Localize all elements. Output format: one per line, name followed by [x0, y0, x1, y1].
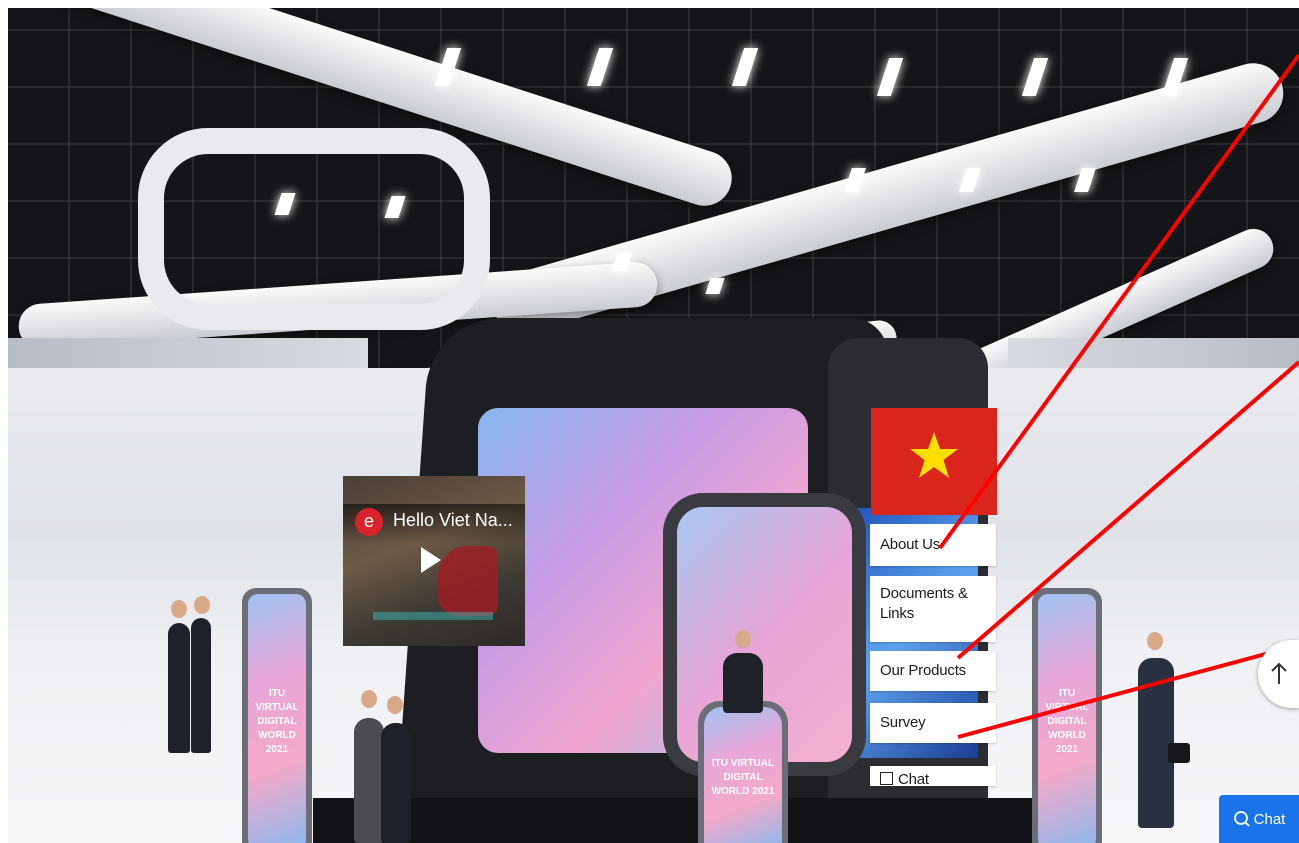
vietnam-flag — [871, 408, 997, 515]
banner-text: ITU VIRTUAL DIGITAL WORLD 2021 — [711, 758, 775, 797]
visitor-figure — [191, 618, 211, 753]
video-thumbnail[interactable]: e Hello Viet Na... — [343, 476, 525, 646]
checkbox-icon — [880, 772, 893, 785]
booth-floor — [313, 798, 1033, 843]
left-banner: ITU VIRTUAL DIGITAL WORLD 2021 — [242, 588, 312, 843]
visitor-head — [171, 600, 187, 618]
virtual-booth-scene: ITU VIRTUAL DIGITAL WORLD 2021 ITU VIRTU… — [8, 8, 1299, 843]
left-margin — [0, 0, 8, 843]
our-products-button[interactable]: Our Products — [870, 651, 996, 691]
play-icon[interactable] — [421, 547, 441, 573]
right-banner: ITU VIRTUAL DIGITAL WORLD 2021 — [1032, 588, 1102, 843]
video-caption-strip — [373, 612, 493, 620]
visitor-head — [387, 696, 403, 714]
chat-button-label: Chat — [1253, 810, 1286, 828]
presenter-figure — [723, 653, 763, 713]
chat-button[interactable]: Chat — [1219, 795, 1299, 843]
documents-links-label: Documents & Links — [880, 585, 968, 622]
visitor-head — [361, 690, 377, 708]
about-us-label: About Us — [880, 536, 941, 553]
chat-menu-label: Chat — [898, 771, 929, 786]
visitor-figure — [354, 718, 384, 843]
chat-menu-item[interactable]: Chat — [870, 766, 996, 786]
visitor-head — [1147, 632, 1163, 650]
star-icon — [910, 432, 958, 478]
chat-bubble-icon — [1233, 811, 1250, 827]
visitor-figure — [381, 723, 411, 843]
ceiling-truss — [138, 128, 490, 330]
banner-text: ITU VIRTUAL DIGITAL WORLD 2021 — [1045, 687, 1089, 755]
top-margin — [0, 0, 1299, 8]
center-banner: ITU VIRTUAL DIGITAL WORLD 2021 — [698, 701, 788, 843]
our-products-label: Our Products — [880, 662, 966, 679]
survey-label: Survey — [880, 714, 926, 731]
visitor-figure — [168, 623, 190, 753]
visitor-head — [194, 596, 210, 614]
briefcase — [1168, 743, 1190, 763]
video-title: Hello Viet Na... — [393, 510, 513, 530]
arrow-up-icon — [1271, 662, 1287, 684]
documents-links-button[interactable]: Documents & Links — [870, 576, 996, 642]
channel-logo: e — [355, 508, 383, 536]
survey-button[interactable]: Survey — [870, 703, 996, 743]
about-us-button[interactable]: About Us — [870, 524, 996, 566]
banner-text: ITU VIRTUAL DIGITAL WORLD 2021 — [255, 687, 299, 755]
presenter-head — [735, 630, 751, 648]
